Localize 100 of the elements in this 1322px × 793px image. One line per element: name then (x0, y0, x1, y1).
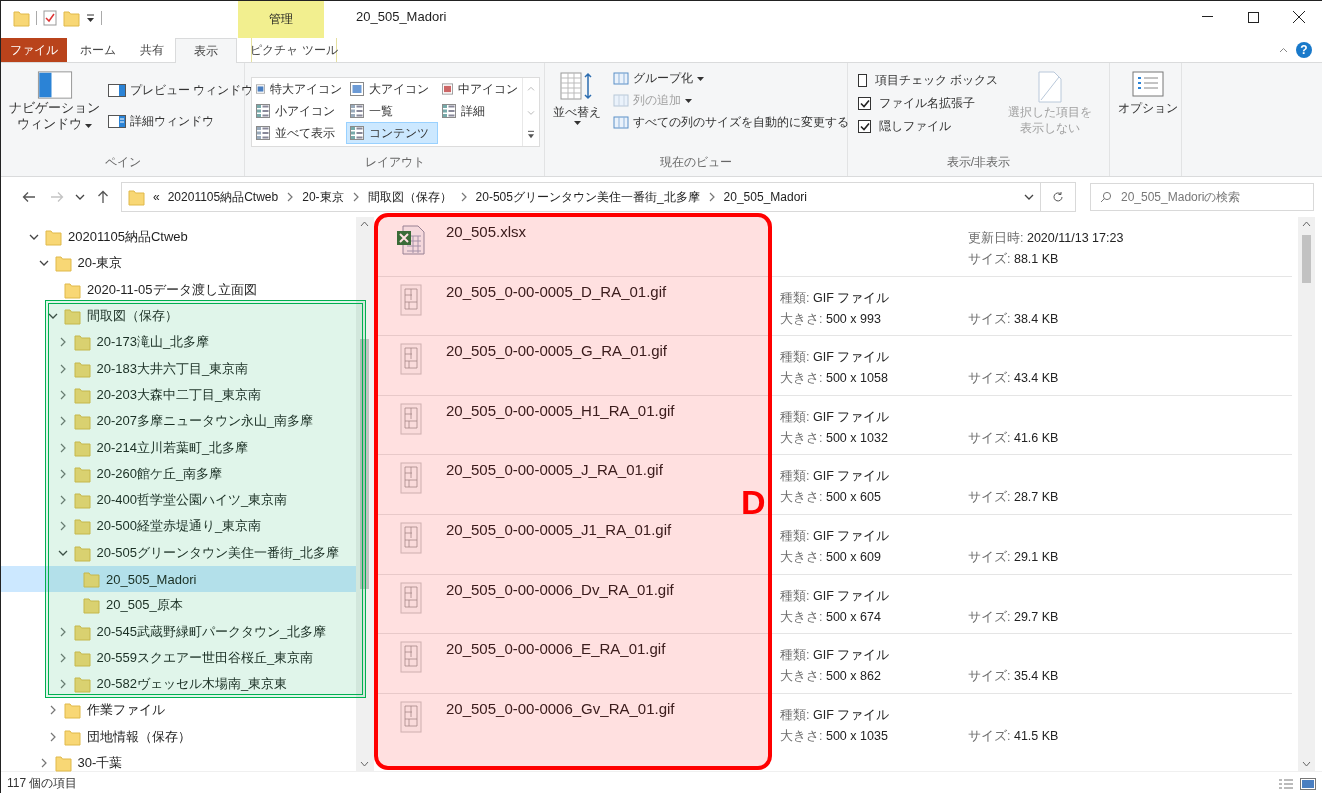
tree-item[interactable]: 20-559スクエアー世田谷桜丘_東京南 (1, 644, 356, 672)
tree-item[interactable]: 20-260館ケ丘_南多摩 (1, 460, 356, 487)
ribbon-tab[interactable]: 表示 (175, 38, 237, 63)
layout-option[interactable]: 並べて表示 (252, 122, 346, 144)
collapse-ribbon-icon[interactable] (1279, 47, 1288, 53)
chevron-right-icon[interactable] (58, 495, 67, 506)
tree-item[interactable]: 間取図（保存） (1, 302, 356, 330)
tree-item[interactable]: 20-400哲学堂公園ハイツ_東京南 (1, 486, 356, 514)
tree-item[interactable]: 20-173滝山_北多摩 (1, 329, 356, 356)
address-bar[interactable]: « 20201105納品Ctweb 20-東京 間取図（保存） 20-505グリーンタウン美住一番街_北多摩 20_505_Madori (121, 182, 1041, 212)
chevron-right-icon[interactable] (49, 731, 57, 742)
chevron-right-icon[interactable] (58, 416, 67, 427)
tree-item[interactable]: 20-203大森中二丁目_東京南 (1, 381, 356, 409)
chevron-down-icon[interactable] (29, 233, 39, 242)
layout-option[interactable]: 大アイコン (346, 78, 438, 100)
breadcrumb-separator-icon[interactable] (459, 192, 468, 202)
help-button[interactable]: ? (1296, 42, 1312, 58)
breadcrumb-separator-icon[interactable] (286, 192, 295, 202)
checkbox-option[interactable]: ファイル名拡張子 (858, 96, 998, 111)
tree-item[interactable]: 20-500経堂赤堤通り_東京南 (1, 513, 356, 540)
file-name[interactable]: 20_505_0-00-0005_D_RA_01.gif (446, 282, 780, 309)
checkbox[interactable] (858, 120, 871, 133)
file-name[interactable]: 20_505.xlsx (446, 223, 780, 249)
tree-item[interactable]: 20-214立川若葉町_北多摩 (1, 434, 356, 461)
tree-item[interactable]: 20_505_原本 (1, 592, 356, 619)
chevron-right-icon[interactable] (58, 389, 67, 400)
tree-item[interactable]: 20-582ヴェッセル木場南_東京東 (1, 671, 356, 698)
chevron-down-icon[interactable] (48, 312, 58, 321)
chevron-right-icon[interactable] (58, 442, 67, 453)
tree-item[interactable]: 20-207多摩ニュータウン永山_南多摩 (1, 408, 356, 435)
scrollbar-thumb[interactable] (360, 339, 369, 589)
ribbon-tab[interactable]: ファイル (1, 38, 67, 62)
chevron-right-icon[interactable] (58, 521, 67, 532)
search-field[interactable]: 20_505_Madoriの検索 (1090, 183, 1314, 211)
breadcrumb[interactable]: 20-東京 (302, 188, 344, 206)
layout-option[interactable]: 一覧 (346, 100, 438, 122)
ribbon-tab[interactable]: 共有 (129, 38, 175, 62)
navigation-pane-button[interactable]: ナビゲーション ウィンドウ (7, 67, 102, 153)
view-command[interactable]: すべての列のサイズを自動的に変更する (611, 113, 851, 132)
minimize-icon[interactable] (1201, 16, 1213, 18)
view-command[interactable]: グループ化 (611, 69, 851, 88)
tree-item[interactable]: 30-千葉 (1, 749, 356, 777)
breadcrumb[interactable]: 20201105納品Ctweb (167, 188, 279, 206)
file-name[interactable]: 20_505_0-00-0006_E_RA_01.gif (446, 640, 780, 667)
tree-item[interactable]: 2020-11-05データ渡し立面図 (1, 276, 356, 303)
breadcrumb-separator-icon[interactable] (351, 192, 360, 202)
tree-item[interactable]: 団地情報（保存） (1, 723, 356, 750)
tree-item[interactable]: 20-505グリーンタウン美住一番街_北多摩 (1, 539, 356, 566)
close-icon[interactable] (1293, 11, 1305, 23)
scrollbar-thumb[interactable] (1302, 235, 1311, 283)
breadcrumb[interactable]: 20_505_Madori (723, 190, 807, 204)
properties-icon[interactable] (43, 10, 57, 26)
breadcrumb[interactable]: 間取図（保存） (367, 188, 452, 206)
chevron-down-icon[interactable] (57, 548, 68, 557)
chevron-right-icon[interactable] (58, 626, 67, 637)
tree-item[interactable]: 20201105納品Ctweb (1, 224, 356, 251)
checkbox[interactable] (858, 97, 871, 110)
chevron-right-icon[interactable] (49, 705, 57, 716)
layout-option[interactable]: 特大アイコン (252, 78, 346, 100)
sort-button[interactable]: 並べ替え (551, 67, 603, 153)
chevron-right-icon[interactable] (58, 363, 67, 374)
recent-locations-icon[interactable] (75, 193, 85, 201)
checkbox-option[interactable]: 項目チェック ボックス (858, 73, 998, 88)
breadcrumb[interactable]: 20-505グリーンタウン美住一番街_北多摩 (475, 188, 700, 206)
ribbon-tab[interactable]: ピクチャ ツール (251, 38, 337, 62)
chevron-right-icon[interactable] (39, 758, 48, 769)
large-icons-view-icon[interactable] (1300, 777, 1316, 790)
dropdown-icon[interactable] (86, 13, 95, 23)
ribbon-tab[interactable]: ホーム (67, 38, 129, 62)
tree-item[interactable]: 20-183大井六丁目_東京南 (1, 355, 356, 382)
layout-option[interactable]: 小アイコン (252, 100, 346, 122)
chevron-right-icon[interactable] (58, 679, 67, 690)
back-icon[interactable] (22, 191, 36, 203)
file-name[interactable]: 20_505_0-00-0005_G_RA_01.gif (446, 342, 780, 369)
maximize-icon[interactable] (1247, 11, 1259, 23)
breadcrumb-separator-icon[interactable] (707, 192, 716, 202)
breadcrumb-overflow[interactable]: « (153, 190, 160, 204)
tree-item[interactable]: 20-545武蔵野緑町パークタウン_北多摩 (1, 618, 356, 645)
tree-item[interactable]: 20-東京 (1, 250, 356, 277)
file-name[interactable]: 20_505_0-00-0005_J1_RA_01.gif (446, 520, 780, 547)
checkbox-option[interactable]: 隠しファイル (858, 119, 998, 134)
refresh-icon[interactable] (1052, 191, 1064, 203)
chevron-down-icon[interactable] (38, 259, 49, 268)
file-name[interactable]: 20_505_0-00-0006_Dv_RA_01.gif (446, 580, 780, 607)
chevron-right-icon[interactable] (58, 652, 67, 663)
file-name[interactable]: 20_505_0-00-0006_Gv_RA_01.gif (446, 699, 780, 726)
tree-item[interactable]: 作業ファイル (1, 697, 356, 724)
checkbox[interactable] (858, 74, 867, 87)
chevron-right-icon[interactable] (58, 337, 67, 348)
file-detail: 種類: GIF ファイル (780, 587, 891, 605)
chevron-right-icon[interactable] (58, 468, 67, 479)
file-name[interactable]: 20_505_0-00-0005_H1_RA_01.gif (446, 401, 780, 428)
file-detail: サイズ: 38.4 KB (968, 310, 1060, 328)
address-dropdown-icon[interactable] (1024, 193, 1034, 201)
layout-option[interactable]: 中アイコン (438, 78, 522, 100)
layout-option[interactable]: コンテンツ (346, 122, 438, 144)
up-icon[interactable] (97, 190, 109, 204)
tree-item[interactable]: 20_505_Madori (1, 565, 356, 593)
options-button[interactable]: オプション (1116, 67, 1180, 153)
layout-option[interactable]: 詳細 (438, 100, 522, 122)
